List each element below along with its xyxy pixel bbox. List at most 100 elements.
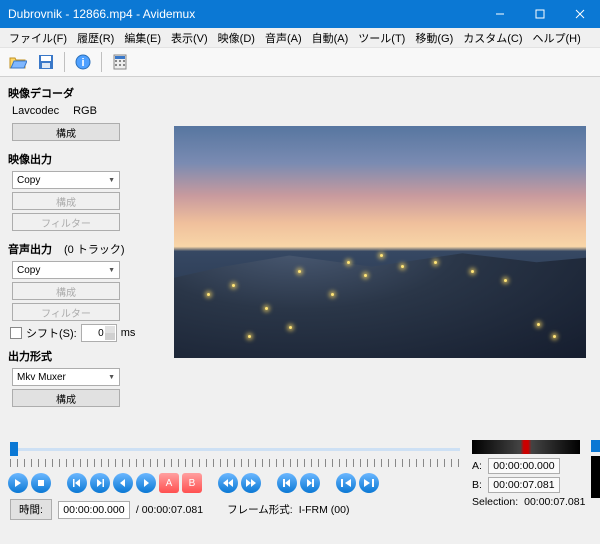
minimize-icon: [495, 9, 505, 19]
menu-custom[interactable]: カスタム(C): [458, 28, 527, 48]
prev-frame-button[interactable]: [113, 473, 133, 493]
frame-type-value: I-FRM (00): [299, 504, 350, 516]
video-output-filter-button: フィルター: [12, 213, 120, 231]
open-button[interactable]: [6, 51, 30, 73]
total-time: / 00:00:07.081: [136, 504, 203, 516]
minimize-button[interactable]: [480, 0, 520, 28]
goto-start-button[interactable]: [336, 473, 356, 493]
next-intra-icon: [96, 479, 104, 487]
calculator-icon: [112, 54, 128, 70]
controls-row: A B: [8, 473, 462, 493]
shift-spinbox[interactable]: 0: [81, 324, 117, 342]
close-button[interactable]: [560, 0, 600, 28]
decoder-config-button[interactable]: 構成: [12, 123, 120, 141]
menu-auto[interactable]: 自動(A): [307, 28, 354, 48]
audio-output-config-button: 構成: [12, 282, 120, 300]
prev-intra-button[interactable]: [67, 473, 87, 493]
window-title: Dubrovnik - 12866.mp4 - Avidemux: [8, 7, 195, 21]
close-icon: [575, 9, 585, 19]
audio-output-heading: 音声出力: [8, 241, 52, 257]
marker-b-value: 00:00:07.081: [488, 477, 560, 493]
set-marker-a-button[interactable]: A: [159, 473, 179, 493]
start-icon: [341, 479, 351, 487]
menu-edit[interactable]: 編集(E): [119, 28, 166, 48]
goto-end-button[interactable]: [359, 473, 379, 493]
prev-keyframe-button[interactable]: [277, 473, 297, 493]
next-frame-button[interactable]: [136, 473, 156, 493]
next-frame-icon: [142, 479, 150, 487]
video-output-heading: 映像出力: [8, 151, 152, 167]
seek-slider[interactable]: [8, 442, 462, 467]
shift-checkbox[interactable]: [10, 327, 22, 339]
audio-output-select[interactable]: Copy: [12, 261, 120, 279]
audio-gauge: [472, 440, 580, 454]
folder-open-icon: [9, 54, 27, 70]
play-button[interactable]: [8, 473, 28, 493]
calculator-button[interactable]: [108, 51, 132, 73]
menu-recent[interactable]: 履歴(R): [72, 28, 119, 48]
toolbar: i: [0, 48, 600, 77]
set-marker-b-button[interactable]: B: [182, 473, 202, 493]
audio-tracks-count: (0 トラック): [64, 241, 125, 257]
menu-goto[interactable]: 移動(G): [410, 28, 458, 48]
shift-label: シフト(S):: [26, 325, 77, 341]
left-panel: 映像デコーダ Lavcodec RGB 構成 映像出力 Copy 構成 フィルタ…: [0, 77, 160, 434]
marker-b-label: B:: [472, 479, 482, 491]
toolbar-separator: [64, 52, 65, 72]
next-cut-icon: [246, 479, 256, 487]
output-format-config-button[interactable]: 構成: [12, 389, 120, 407]
video-output-select[interactable]: Copy: [12, 171, 120, 189]
menu-tools[interactable]: ツール(T): [353, 28, 410, 48]
stop-button[interactable]: [31, 473, 51, 493]
seek-handle[interactable]: [10, 442, 18, 456]
shift-unit: ms: [121, 327, 136, 339]
prev-cut-button[interactable]: [218, 473, 238, 493]
menu-video[interactable]: 映像(D): [213, 28, 260, 48]
info-button[interactable]: i: [71, 51, 95, 73]
marker-a-value: 00:00:00.000: [488, 458, 560, 474]
selection-label: Selection:: [472, 496, 518, 508]
menu-audio[interactable]: 音声(A): [260, 28, 307, 48]
menu-file[interactable]: ファイル(F): [4, 28, 72, 48]
next-intra-button[interactable]: [90, 473, 110, 493]
next-cut-button[interactable]: [241, 473, 261, 493]
frame-type-label: フレーム形式:: [227, 502, 293, 517]
output-format-heading: 出力形式: [8, 348, 152, 364]
selection-value: 00:00:07.081: [524, 496, 585, 508]
slider-ticks: [10, 459, 460, 467]
stop-icon: [37, 479, 45, 487]
marker-a-label: A:: [472, 460, 482, 472]
maximize-icon: [535, 9, 545, 19]
menu-view[interactable]: 表示(V): [166, 28, 213, 48]
bottom-area: A B 時間: 00:00:00.000 / 00:00:07.081 フレーム…: [0, 434, 600, 520]
prev-intra-icon: [73, 479, 81, 487]
menubar: ファイル(F) 履歴(R) 編集(E) 表示(V) 映像(D) 音声(A) 自動…: [0, 28, 600, 48]
current-time: 00:00:00.000: [58, 501, 130, 519]
save-button[interactable]: [34, 51, 58, 73]
prev-frame-icon: [119, 479, 127, 487]
right-column: A: 00:00:00.000 B: 00:00:07.081 Selection:…: [472, 438, 592, 520]
menu-help[interactable]: ヘルプ(H): [528, 28, 586, 48]
output-format-select[interactable]: Mkv Muxer: [12, 368, 120, 386]
decoder-heading: 映像デコーダ: [8, 85, 152, 101]
floppy-save-icon: [38, 54, 54, 70]
vu-meter: [591, 456, 600, 498]
toolbar-separator-2: [101, 52, 102, 72]
preview-lights: [174, 126, 586, 358]
preview-area: [160, 77, 600, 434]
audio-output-filter-button: フィルター: [12, 303, 120, 321]
prev-cut-icon: [223, 479, 233, 487]
prev-black-icon: [283, 479, 291, 487]
vu-indicator: [591, 440, 600, 452]
maximize-button[interactable]: [520, 0, 560, 28]
play-icon: [14, 479, 22, 487]
decoder-colorspace: RGB: [73, 105, 97, 117]
video-output-config-button: 構成: [12, 192, 120, 210]
next-keyframe-button[interactable]: [300, 473, 320, 493]
decoder-codec: Lavcodec: [12, 105, 59, 117]
time-button[interactable]: 時間:: [10, 499, 52, 520]
end-icon: [364, 479, 374, 487]
svg-text:i: i: [81, 57, 84, 69]
status-row: 時間: 00:00:00.000 / 00:00:07.081 フレーム形式: …: [8, 499, 462, 520]
info-icon: i: [75, 54, 91, 70]
